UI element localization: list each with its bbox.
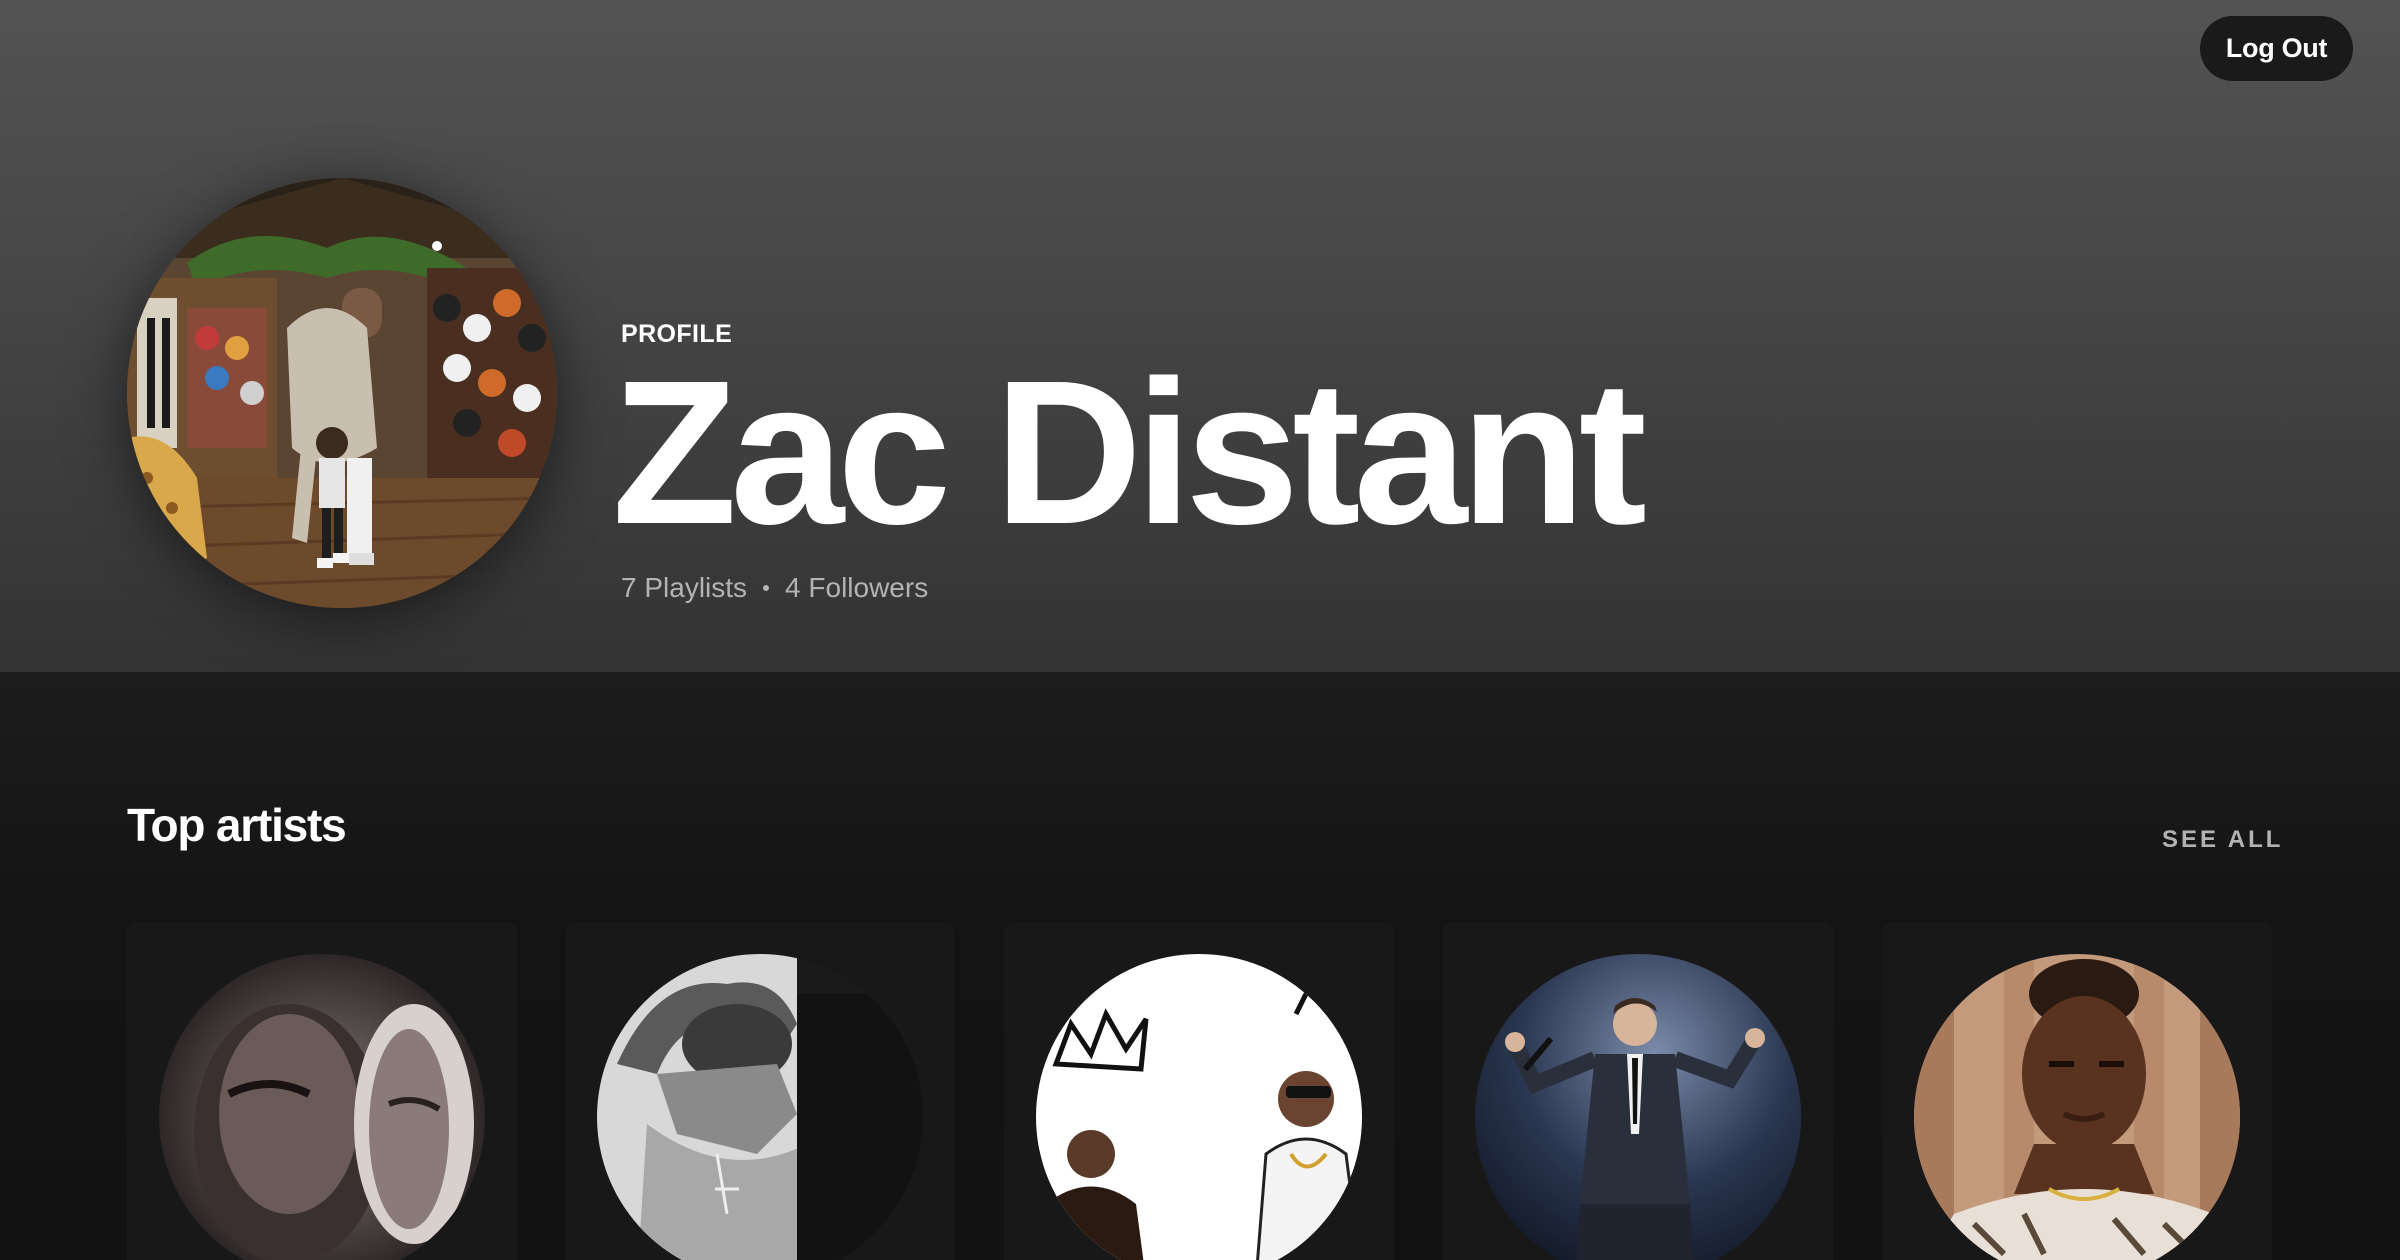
profile-stats: 7 Playlists 4 Followers	[621, 572, 928, 604]
artist-image	[159, 954, 485, 1260]
separator-dot	[763, 585, 770, 591]
profile-avatar	[127, 178, 557, 608]
see-all-link[interactable]: SEE ALL	[2162, 826, 2283, 854]
logout-button[interactable]: Log Out	[2200, 16, 2353, 81]
top-artists-title: Top artists	[127, 799, 347, 851]
playlists-count: 7 Playlists	[621, 572, 748, 603]
artist-card[interactable]	[565, 922, 955, 1260]
profile-name: Zac Distant	[612, 338, 1647, 567]
artist-card[interactable]	[127, 922, 517, 1260]
artist-image	[1036, 954, 1362, 1260]
artist-card[interactable]	[1443, 922, 1833, 1260]
profile-page: Log Out PROFILE Zac Distant 7 Playlists …	[0, 0, 2400, 1260]
artist-card[interactable]	[1004, 922, 1394, 1260]
artist-image	[1914, 954, 2240, 1260]
artist-card[interactable]	[1882, 922, 2272, 1260]
profile-header: Log Out PROFILE Zac Distant 7 Playlists …	[0, 0, 2400, 672]
avatar-photo	[127, 178, 557, 608]
artist-image	[1475, 954, 1801, 1260]
artist-image	[597, 954, 923, 1260]
followers-count: 4 Followers	[785, 572, 929, 603]
